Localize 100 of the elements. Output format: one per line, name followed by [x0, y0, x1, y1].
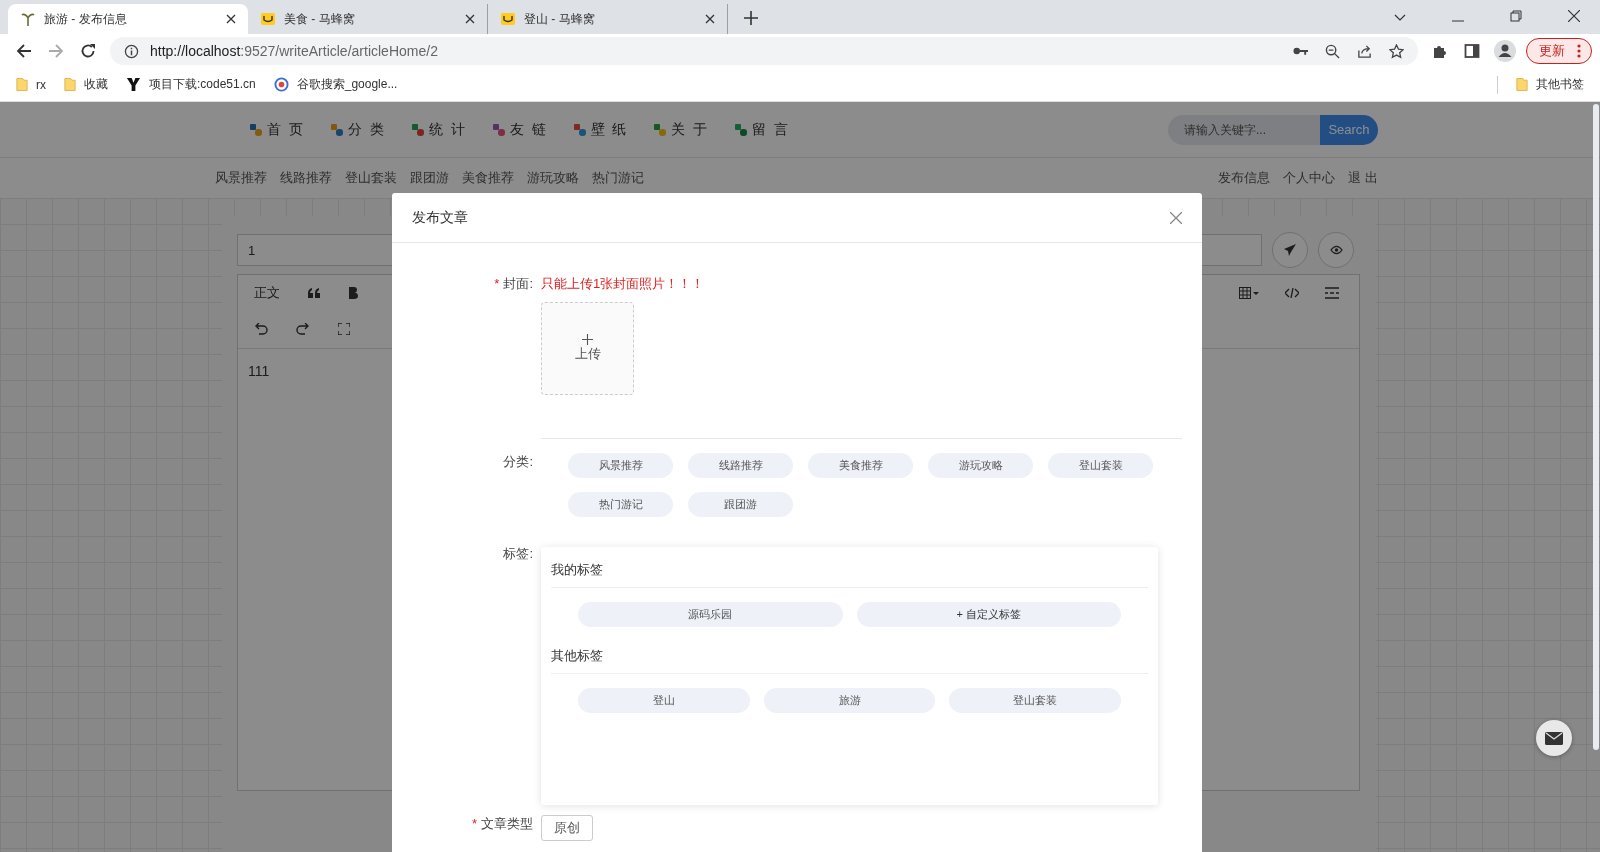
- tag-chip[interactable]: 登山套装: [949, 688, 1121, 713]
- category-chip[interactable]: 热门游记: [568, 492, 673, 517]
- browser-tab[interactable]: 旅游 - 发布信息: [8, 4, 248, 34]
- globe-icon: [273, 77, 289, 92]
- type-option[interactable]: 原创: [541, 815, 593, 841]
- bookmark[interactable]: 项目下载:code51.cn: [126, 76, 256, 93]
- user-link[interactable]: 个人中心: [1283, 169, 1336, 187]
- undo-icon[interactable]: [254, 323, 268, 335]
- side-panel-icon[interactable]: [1464, 43, 1480, 59]
- search-field[interactable]: 请输入关键字...: [1168, 114, 1320, 145]
- browser-tab[interactable]: 登山 - 马蜂窝: [488, 4, 728, 34]
- more-icon[interactable]: [1577, 44, 1581, 58]
- user-link[interactable]: 退 出: [1348, 169, 1378, 187]
- chevron-down-icon[interactable]: [1394, 14, 1406, 22]
- tag-chip[interactable]: 旅游: [763, 688, 936, 713]
- table-icon[interactable]: [1239, 287, 1259, 299]
- share-icon[interactable]: [1357, 43, 1372, 59]
- nav-icon: [573, 123, 586, 136]
- category-chip[interactable]: 风景推荐: [568, 453, 673, 478]
- required-mark: *: [471, 816, 477, 831]
- field-label: 文章类型: [481, 816, 533, 831]
- puzzle-icon[interactable]: [1432, 43, 1448, 59]
- category-chip[interactable]: 跟团游: [688, 492, 793, 517]
- restore-icon[interactable]: [1510, 10, 1522, 22]
- category-link[interactable]: 线路推荐: [280, 169, 332, 187]
- new-tab-icon[interactable]: [744, 11, 758, 25]
- dialog-title: 发布文章: [412, 208, 468, 227]
- nav-link[interactable]: 首 页: [250, 120, 305, 139]
- update-button[interactable]: 更新: [1526, 38, 1592, 64]
- bookmark[interactable]: 谷歌搜索_google...: [273, 76, 398, 93]
- quote-icon[interactable]: [308, 288, 320, 298]
- folder-icon: [64, 77, 76, 92]
- nav-icon: [250, 123, 262, 136]
- avatar-icon[interactable]: [1494, 40, 1516, 62]
- close-icon[interactable]: [705, 14, 715, 24]
- bookmark[interactable]: rx: [16, 77, 46, 92]
- star-icon[interactable]: [1389, 43, 1404, 59]
- close-icon[interactable]: [1568, 10, 1580, 22]
- address-field[interactable]: http://localhost:9527/writeArticle/articleHome/2: [110, 37, 1418, 65]
- folder-icon: [1516, 77, 1528, 92]
- nav-icon: [411, 123, 424, 136]
- heading-menu[interactable]: 正文: [254, 284, 280, 302]
- category-chip[interactable]: 线路推荐: [688, 453, 793, 478]
- category-link[interactable]: 游玩攻略: [527, 169, 579, 187]
- user-link[interactable]: 发布信息: [1218, 169, 1271, 187]
- url-text: http://localhost:9527/writeArticle/articleHome/2: [150, 43, 438, 59]
- key-icon[interactable]: [1293, 46, 1308, 56]
- field-label: 标签:: [503, 546, 533, 561]
- y-logo-icon: [126, 77, 141, 92]
- category-chip[interactable]: 游玩攻略: [928, 453, 1033, 478]
- zoom-out-icon[interactable]: [1325, 43, 1340, 59]
- info-icon[interactable]: [124, 43, 139, 59]
- category-link[interactable]: 热门游记: [592, 169, 644, 187]
- mailbox-icon: [500, 11, 516, 27]
- nav-link[interactable]: 分 类: [330, 120, 386, 139]
- upload-area[interactable]: 上传: [541, 302, 634, 395]
- nav-icon: [492, 123, 505, 136]
- category-chip[interactable]: 美食推荐: [808, 453, 913, 478]
- nav-icon: [654, 123, 667, 136]
- sprout-icon: [20, 11, 36, 27]
- add-tag-button[interactable]: + 自定义标签: [856, 602, 1121, 627]
- section-title: 其他标签: [551, 633, 1148, 674]
- redo-icon[interactable]: [296, 323, 310, 335]
- nav-icon: [735, 123, 748, 136]
- cover-hint: 只能上传1张封面照片！！！: [541, 275, 706, 293]
- bold-icon[interactable]: [348, 287, 358, 299]
- bookmark[interactable]: 收藏: [64, 76, 108, 93]
- field-label: 分类:: [503, 454, 533, 469]
- category-link[interactable]: 跟团游: [410, 169, 449, 187]
- folder-icon: [16, 77, 28, 92]
- category-link[interactable]: 美食推荐: [462, 169, 514, 187]
- code-icon[interactable]: [1285, 288, 1299, 298]
- category-chip[interactable]: 登山套装: [1048, 453, 1153, 478]
- close-icon[interactable]: [226, 14, 236, 24]
- tag-chip[interactable]: 登山: [578, 688, 750, 713]
- publish-button[interactable]: [1272, 232, 1308, 268]
- nav-link[interactable]: 壁 纸: [573, 120, 629, 139]
- required-mark: *: [494, 276, 500, 291]
- preview-button[interactable]: [1318, 232, 1354, 268]
- nav-link[interactable]: 统 计: [411, 120, 467, 139]
- editor-text: 111: [248, 363, 270, 379]
- nav-link[interactable]: 关 于: [654, 120, 710, 139]
- nav-link[interactable]: 友 链: [492, 120, 548, 139]
- eye-icon: [1329, 245, 1343, 255]
- mail-icon: [1545, 731, 1563, 745]
- nav-icon: [330, 123, 343, 136]
- fullscreen-icon[interactable]: [338, 323, 350, 335]
- bookmark[interactable]: 其他书签: [1516, 76, 1584, 93]
- divider-icon[interactable]: [1325, 287, 1339, 299]
- browser-tab[interactable]: 美食 - 马蜂窝: [248, 4, 488, 34]
- nav-link[interactable]: 留 言: [735, 120, 791, 139]
- close-icon[interactable]: [465, 14, 475, 24]
- mailbox-icon: [260, 11, 276, 27]
- back-icon[interactable]: [16, 43, 32, 59]
- tag-chip[interactable]: 源码乐园: [578, 602, 843, 627]
- category-link[interactable]: 风景推荐: [215, 169, 267, 187]
- reload-icon[interactable]: [80, 43, 96, 59]
- plus-icon: [582, 334, 593, 345]
- category-link[interactable]: 登山套装: [345, 169, 397, 187]
- section-title: 我的标签: [551, 547, 1148, 588]
